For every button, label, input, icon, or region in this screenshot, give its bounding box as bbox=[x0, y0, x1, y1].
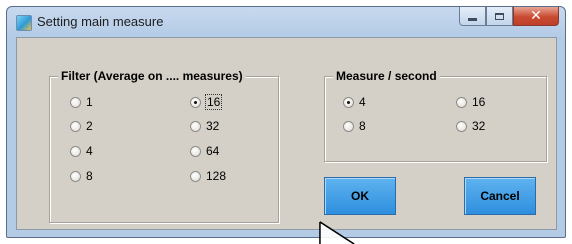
filter-option-128[interactable]: 128 bbox=[190, 169, 226, 183]
window-title: Setting main measure bbox=[37, 14, 164, 29]
radio-checked-icon bbox=[343, 96, 354, 108]
filter-option-64[interactable]: 64 bbox=[190, 144, 219, 158]
minimize-icon bbox=[468, 17, 477, 21]
radio-icon bbox=[70, 96, 81, 108]
dialog-client: Filter (Average on .... measures) 1 2 4 … bbox=[16, 37, 557, 230]
maximize-button[interactable] bbox=[486, 7, 513, 26]
rate-option-8[interactable]: 8 bbox=[343, 119, 366, 133]
rate-group-label: Measure / second bbox=[333, 69, 440, 83]
rate-group: Measure / second 4 8 16 32 bbox=[324, 69, 547, 162]
filter-group-label: Filter (Average on .... measures) bbox=[58, 69, 246, 83]
mouse-pointer-icon bbox=[319, 221, 355, 244]
radio-icon bbox=[190, 170, 201, 182]
radio-icon bbox=[456, 96, 467, 108]
maximize-icon bbox=[495, 12, 504, 20]
filter-group: Filter (Average on .... measures) 1 2 4 … bbox=[49, 69, 279, 223]
rate-option-16[interactable]: 16 bbox=[456, 95, 485, 109]
caption-buttons: ✕ bbox=[459, 7, 559, 27]
close-icon: ✕ bbox=[530, 8, 542, 24]
radio-icon bbox=[70, 170, 81, 182]
rate-option-4[interactable]: 4 bbox=[343, 95, 366, 109]
radio-icon bbox=[343, 120, 354, 132]
filter-option-8[interactable]: 8 bbox=[70, 169, 93, 183]
dialog-window: Setting main measure ✕ Filter (Average o… bbox=[6, 6, 566, 238]
radio-icon bbox=[70, 145, 81, 157]
radio-icon bbox=[190, 145, 201, 157]
radio-icon bbox=[456, 120, 467, 132]
radio-checked-icon bbox=[190, 96, 201, 108]
filter-option-2[interactable]: 2 bbox=[70, 119, 93, 133]
minimize-button[interactable] bbox=[459, 7, 486, 26]
radio-icon bbox=[70, 120, 81, 132]
filter-option-16[interactable]: 16 bbox=[190, 94, 223, 110]
rate-option-32[interactable]: 32 bbox=[456, 119, 485, 133]
radio-icon bbox=[190, 120, 201, 132]
cancel-button[interactable]: Cancel bbox=[464, 177, 536, 215]
title-bar[interactable]: Setting main measure ✕ bbox=[7, 7, 565, 35]
close-button[interactable]: ✕ bbox=[513, 7, 559, 26]
filter-option-32[interactable]: 32 bbox=[190, 119, 219, 133]
filter-option-4[interactable]: 4 bbox=[70, 144, 93, 158]
filter-option-1[interactable]: 1 bbox=[70, 95, 93, 109]
app-icon bbox=[16, 15, 32, 31]
ok-button[interactable]: OK bbox=[324, 177, 396, 215]
